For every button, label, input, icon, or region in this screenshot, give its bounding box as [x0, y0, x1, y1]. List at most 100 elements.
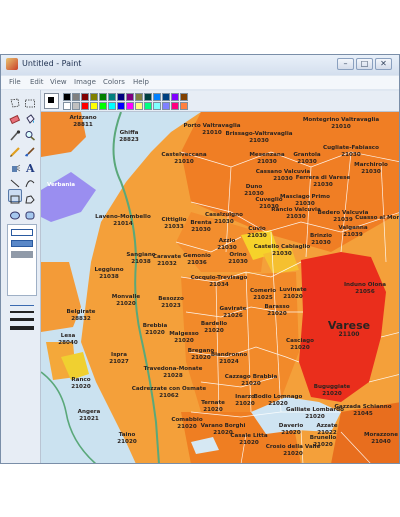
fill-style-options[interactable] [7, 224, 37, 296]
map-label-name: Duno [245, 184, 263, 190]
outline-fill-option[interactable] [11, 240, 33, 247]
menu-file[interactable]: File [9, 78, 21, 86]
map-label-name: Caravate [152, 254, 182, 260]
palette-swatch[interactable] [153, 93, 161, 101]
map-label: Ispra 21027 [109, 352, 128, 365]
palette-swatch[interactable] [135, 102, 143, 110]
palette-swatch[interactable] [171, 102, 179, 110]
map-label-code: 21020 [283, 293, 303, 300]
outline-option[interactable] [11, 229, 33, 236]
map-label: Arizzano 28811 [69, 115, 96, 128]
map-label-code: 21030 [217, 244, 237, 251]
palette-swatch[interactable] [108, 93, 116, 101]
palette-swatch[interactable] [99, 102, 107, 110]
palette-swatch[interactable] [81, 93, 89, 101]
palette-swatch[interactable] [135, 93, 143, 101]
palette-swatch[interactable] [180, 102, 188, 110]
fill-option[interactable] [11, 251, 33, 258]
brush-icon[interactable] [23, 141, 37, 157]
map-label: Castello Cabiaglio 21030 [254, 244, 311, 257]
map-label-name: Lesa [60, 333, 76, 339]
canvas[interactable]: Arizzano 28811 Ghiffa 28823 Porto Valtravagl… [41, 112, 399, 463]
map-label-code: 21010 [331, 123, 351, 130]
palette-swatch[interactable] [63, 102, 71, 110]
menu-view[interactable]: View [50, 78, 67, 86]
map-label-code: 21014 [113, 220, 133, 227]
text-icon[interactable]: A [23, 157, 37, 175]
palette-swatch[interactable] [117, 93, 125, 101]
palette-swatch[interactable] [90, 93, 98, 101]
map-label: Caravate 21032 [153, 254, 181, 267]
palette-swatch[interactable] [99, 93, 107, 101]
palette-swatch[interactable] [126, 102, 134, 110]
map-label-code: 21020 [305, 413, 325, 420]
map-label: Bardello 21020 [201, 321, 227, 334]
map-label: Mesenzana 21030 [249, 152, 284, 165]
free-select-icon[interactable] [8, 93, 22, 108]
palette-swatch[interactable] [72, 93, 80, 101]
map-label-code: 21020 [177, 423, 197, 430]
palette-swatch[interactable] [108, 102, 116, 110]
map-label-code: 21030 [228, 258, 248, 265]
palette-swatch[interactable] [63, 93, 71, 101]
paint-window: Untitled - Paint – □ ✕ File Edit View Im… [0, 54, 400, 464]
map-label-code: 21020 [203, 406, 223, 413]
palette-swatch[interactable] [162, 102, 170, 110]
rect-select-icon[interactable] [23, 93, 37, 108]
map-label-name: Laveno-Mombello [95, 214, 151, 220]
map-label-code: 21026 [223, 312, 243, 319]
pencil-icon[interactable] [8, 141, 22, 157]
palette-swatch[interactable] [126, 93, 134, 101]
map-label: Ranco 21020 [71, 377, 90, 390]
foreground-color[interactable] [47, 96, 55, 104]
map-label-name: Cadrezzate con Osmate [131, 386, 207, 392]
palette-swatch[interactable] [180, 93, 188, 101]
palette-swatch[interactable] [90, 102, 98, 110]
palette-swatch[interactable] [162, 93, 170, 101]
map-label-code: 21030 [341, 151, 361, 158]
map-label: Daverio 21020 [279, 423, 303, 436]
polygon-icon[interactable] [23, 189, 37, 204]
map-label-code: 21027 [109, 358, 129, 365]
magnifier-icon[interactable] [23, 125, 37, 141]
maximize-button[interactable]: □ [356, 58, 373, 70]
map-label-code: 21030 [361, 168, 381, 175]
menu-image[interactable]: Image [74, 78, 96, 86]
palette-swatch[interactable] [171, 93, 179, 101]
map-label-name: Valganna [338, 225, 368, 231]
palette-swatch[interactable] [117, 102, 125, 110]
toolbox: A [1, 90, 41, 463]
curve-icon[interactable] [23, 173, 37, 188]
fill-icon[interactable] [23, 109, 37, 124]
current-colors[interactable] [44, 93, 59, 109]
color-picker-icon[interactable] [8, 125, 22, 141]
palette-swatch[interactable] [81, 102, 89, 110]
map-label-name: Brissago-Valtravaglia [225, 131, 293, 137]
eraser-icon[interactable] [8, 109, 22, 125]
map-label-code: 21020 [283, 450, 303, 457]
map-label: Cittiglio 21033 [162, 217, 187, 230]
rectangle-icon[interactable] [8, 189, 22, 204]
palette-swatch[interactable] [144, 102, 152, 110]
menu-colors[interactable]: Colors [103, 78, 125, 86]
palette-swatch[interactable] [153, 102, 161, 110]
palette-swatch[interactable] [144, 93, 152, 101]
menu-help[interactable]: Help [133, 78, 149, 86]
map-label-name: Verbania [46, 182, 76, 188]
airbrush-icon[interactable] [8, 157, 22, 172]
menu-edit[interactable]: Edit [30, 78, 44, 86]
map-label-name: Brebbia [142, 323, 168, 329]
map-label: Ghiffa 28823 [119, 130, 138, 143]
map-label-name: Casale Litta [230, 433, 268, 439]
line-icon[interactable] [8, 173, 22, 188]
palette-swatch[interactable] [72, 102, 80, 110]
map-label-code: 21020 [267, 310, 287, 317]
line-width-options[interactable] [7, 300, 37, 360]
map-label-code: 21020 [71, 383, 91, 390]
close-button[interactable]: ✕ [375, 58, 392, 70]
map-label-name: Gavirate [219, 306, 247, 312]
ellipse-icon[interactable] [8, 205, 22, 220]
rounded-rect-icon[interactable] [23, 205, 37, 220]
paint-app-icon[interactable] [6, 58, 18, 70]
minimize-button[interactable]: – [337, 58, 354, 70]
